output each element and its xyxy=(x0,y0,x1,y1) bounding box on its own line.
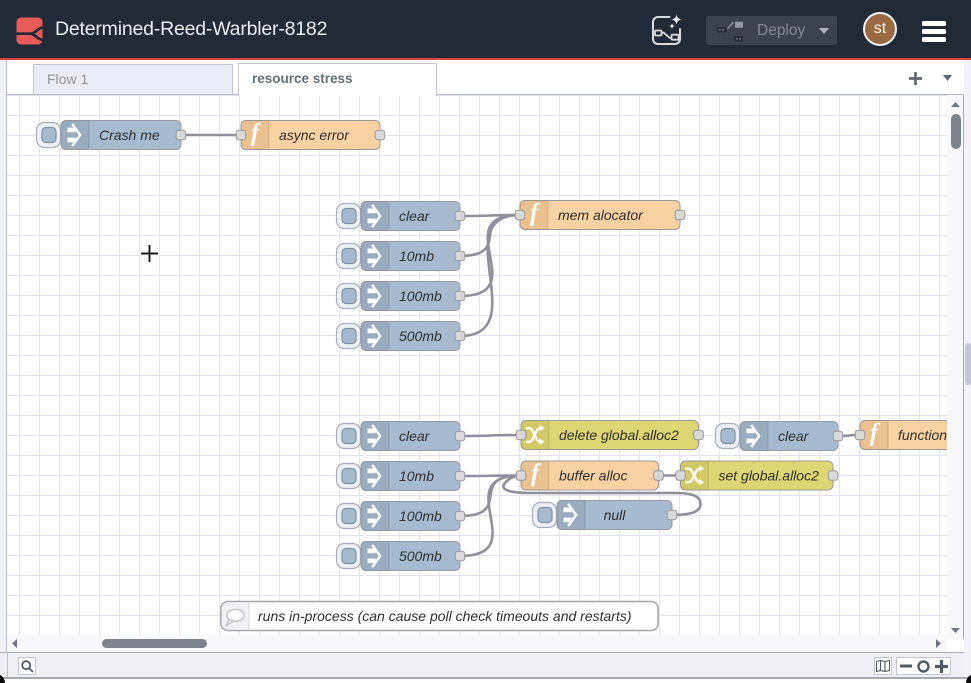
svg-text:clear: clear xyxy=(778,428,810,444)
svg-text:async error: async error xyxy=(279,127,350,143)
svg-text:10mb: 10mb xyxy=(399,468,434,484)
svg-text:mem alocator: mem alocator xyxy=(558,207,644,223)
svg-text:500mb: 500mb xyxy=(399,328,442,344)
svg-text:runs in-process (can cause pol: runs in-process (can cause poll check ti… xyxy=(258,608,632,624)
svg-text:clear: clear xyxy=(399,428,431,444)
svg-text:Crash me: Crash me xyxy=(99,127,160,143)
svg-text:null: null xyxy=(604,507,627,523)
svg-text:delete global.alloc2: delete global.alloc2 xyxy=(559,427,679,443)
svg-text:clear: clear xyxy=(399,208,431,224)
svg-text:buffer alloc: buffer alloc xyxy=(559,468,627,484)
svg-text:100mb: 100mb xyxy=(399,508,442,524)
svg-text:10mb: 10mb xyxy=(399,248,434,264)
svg-text:function: function xyxy=(898,427,947,443)
svg-text:set global.alloc2: set global.alloc2 xyxy=(718,468,819,484)
svg-text:100mb: 100mb xyxy=(399,288,442,304)
svg-text:500mb: 500mb xyxy=(399,548,442,564)
